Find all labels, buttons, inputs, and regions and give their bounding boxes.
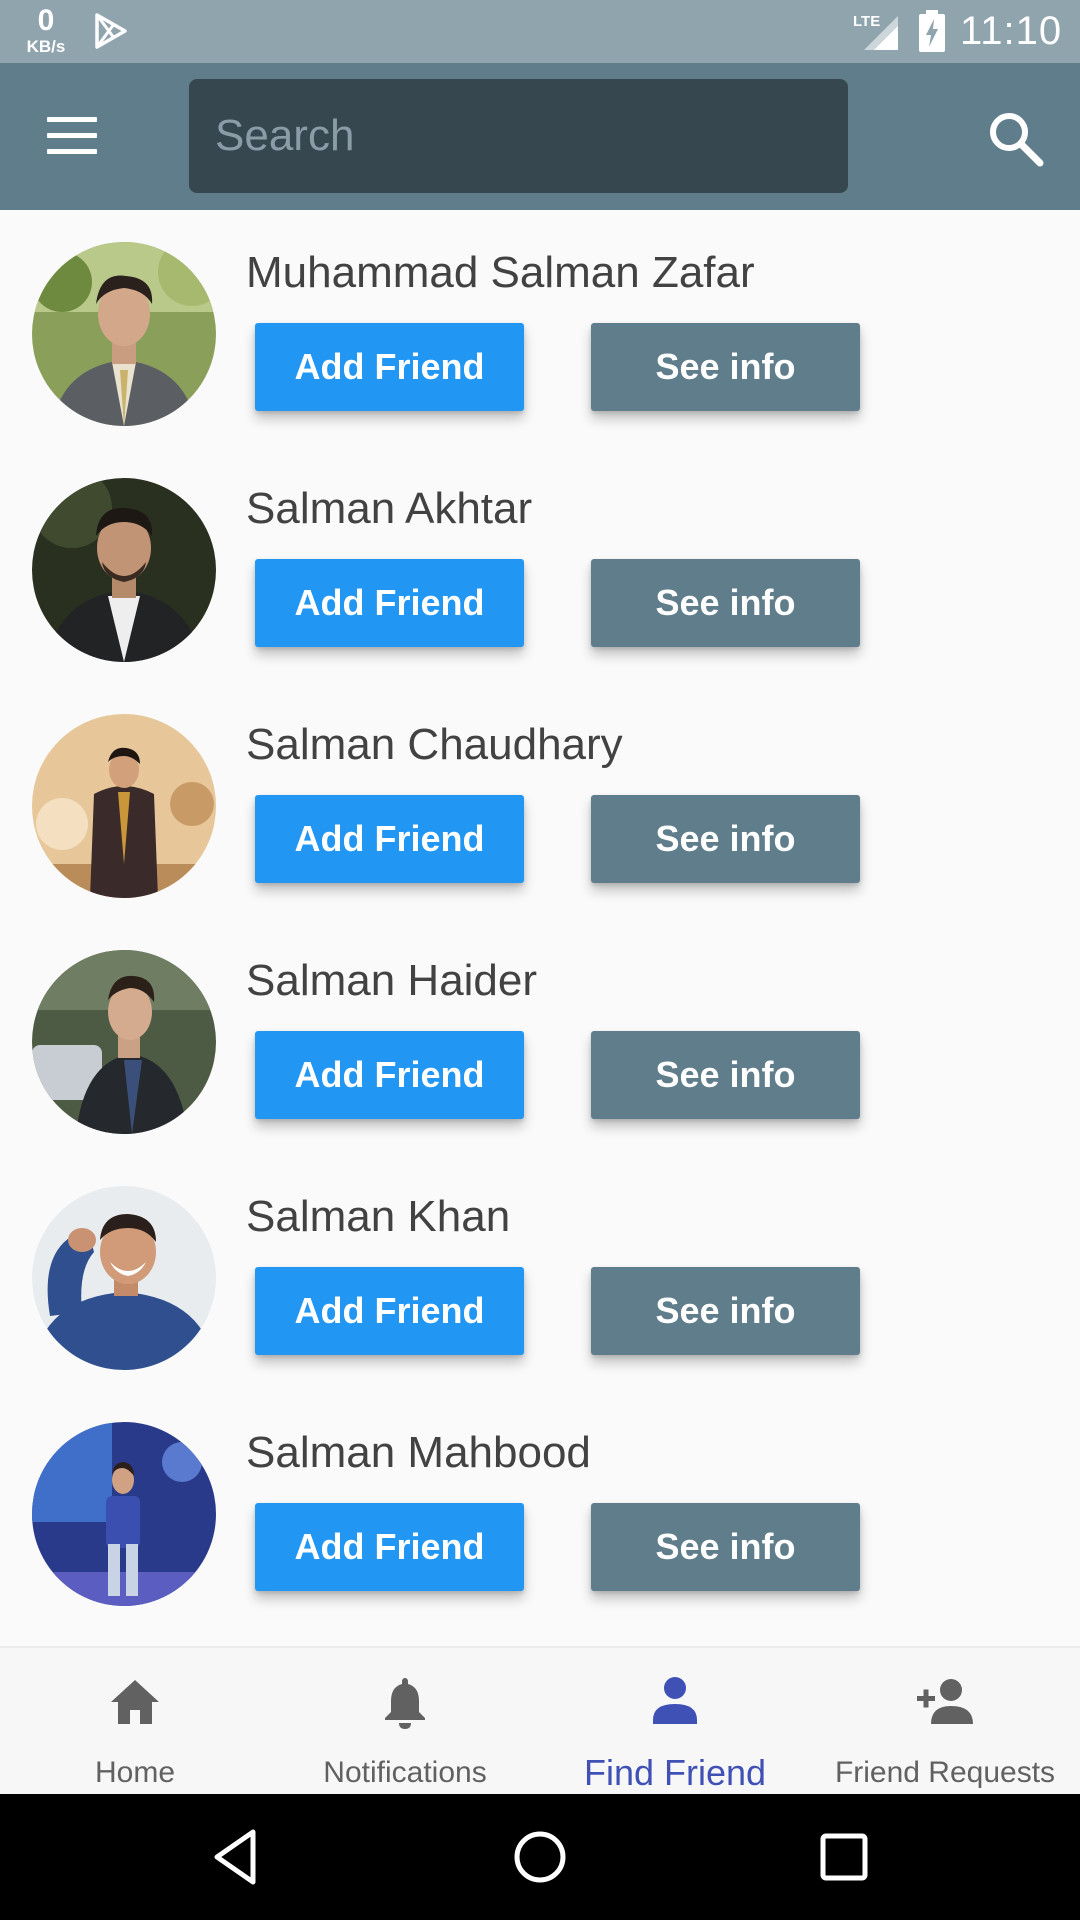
avatar-photo [32, 242, 216, 426]
see-info-button[interactable]: See info [591, 1031, 860, 1119]
avatar[interactable] [32, 1422, 216, 1606]
network-type-label: LTE [853, 13, 880, 30]
hamburger-menu-icon[interactable] [40, 111, 106, 163]
add-friend-button[interactable]: Add Friend [255, 323, 524, 411]
search-box [189, 79, 848, 193]
friend-row: Salman Khan Add Friend See info [0, 1154, 1080, 1390]
avatar[interactable] [32, 714, 216, 898]
person-add-icon [917, 1679, 973, 1724]
nav-label-friend-requests: Friend Requests [834, 1756, 1056, 1789]
see-info-button[interactable]: See info [591, 1267, 860, 1355]
back-icon[interactable] [203, 1824, 269, 1890]
friend-name: Salman Chaudhary [246, 720, 623, 769]
avatar[interactable] [32, 950, 216, 1134]
avatar[interactable] [32, 1186, 216, 1370]
friend-row: Muhammad Salman Zafar Add Friend See inf… [0, 210, 1080, 446]
friend-name: Salman Khan [246, 1192, 511, 1241]
friend-row: Salman Chaudhary Add Friend See info [0, 682, 1080, 918]
nav-item-home[interactable]: Home [0, 1648, 270, 1796]
nav-item-find-friend[interactable]: Find Friend [540, 1648, 810, 1796]
nav-label-notifications: Notifications [323, 1756, 487, 1789]
bell-icon [385, 1678, 425, 1729]
see-info-button[interactable]: See info [591, 795, 860, 883]
see-info-button[interactable]: See info [591, 323, 860, 411]
nav-item-notifications[interactable]: Notifications [270, 1648, 540, 1796]
status-clock: 11:10 [960, 9, 1063, 53]
see-info-button[interactable]: See info [591, 1503, 860, 1591]
add-friend-button[interactable]: Add Friend [255, 1031, 524, 1119]
avatar[interactable] [32, 478, 216, 662]
home-icon [111, 1680, 159, 1724]
friend-list: Muhammad Salman Zafar Add Friend See inf… [0, 210, 1080, 1646]
network-speed-value: 0 [37, 4, 55, 37]
avatar-photo [32, 1186, 216, 1370]
home-circle-icon[interactable] [507, 1824, 573, 1890]
lte-signal-icon: LTE [853, 13, 898, 50]
nav-label-home: Home [94, 1756, 176, 1789]
search-input[interactable] [215, 79, 825, 193]
add-friend-button[interactable]: Add Friend [255, 795, 524, 883]
avatar[interactable] [32, 242, 216, 426]
nav-label-find-friend: Find Friend [583, 1752, 767, 1793]
avatar-photo [32, 950, 216, 1134]
see-info-button[interactable]: See info [591, 559, 860, 647]
network-speed-unit: KB/s [26, 37, 66, 56]
battery-charging-icon [919, 10, 945, 52]
recents-icon[interactable] [811, 1824, 877, 1890]
nav-item-friend-requests[interactable]: Friend Requests [810, 1648, 1080, 1796]
play-store-icon [95, 13, 127, 49]
search-icon[interactable] [984, 107, 1048, 171]
friend-name: Salman Akhtar [246, 484, 533, 533]
friend-row: Salman Akhtar Add Friend See info [0, 446, 1080, 682]
network-speed-indicator: 0 KB/s [20, 4, 72, 56]
friend-name: Salman Haider [246, 956, 538, 1005]
app-bar [0, 63, 1080, 210]
add-friend-button[interactable]: Add Friend [255, 559, 524, 647]
friend-name: Salman Mahbood [246, 1428, 591, 1477]
status-bar: 0 KB/s LTE 11:10 [0, 0, 1080, 63]
friend-row: Salman Mahbood Add Friend See info [0, 1390, 1080, 1626]
avatar-photo [32, 1422, 216, 1606]
system-navigation-bar [0, 1794, 1080, 1920]
friend-name: Muhammad Salman Zafar [246, 248, 755, 297]
person-icon [653, 1677, 697, 1724]
bottom-navigation: Home Notifications Find Friend Friend Re… [0, 1646, 1080, 1794]
avatar-photo [32, 714, 216, 898]
add-friend-button[interactable]: Add Friend [255, 1503, 524, 1591]
add-friend-button[interactable]: Add Friend [255, 1267, 524, 1355]
avatar-photo [32, 478, 216, 662]
friend-row: Salman Haider Add Friend See info [0, 918, 1080, 1154]
